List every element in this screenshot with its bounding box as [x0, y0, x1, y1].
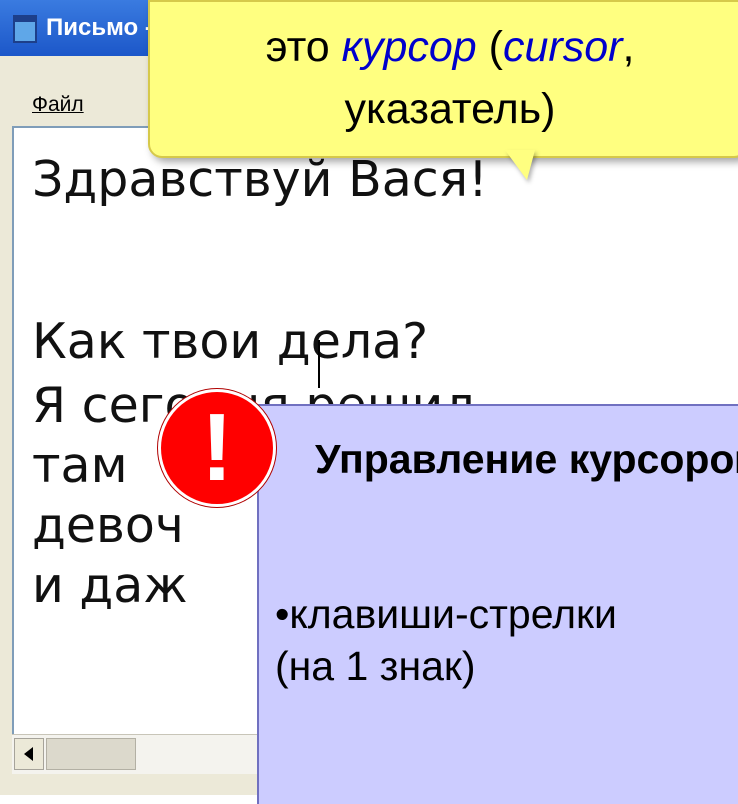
exclamation-mark: ! [201, 394, 233, 501]
text-cursor [318, 340, 320, 388]
scroll-left-arrow-icon[interactable] [14, 738, 44, 770]
bullet-line-1: •клавиши-стрелки [275, 591, 617, 637]
editor-line-7: и даж [32, 557, 188, 614]
notepad-app-icon [13, 15, 37, 43]
panel-bullet-arrows: •клавиши-стрелки (на 1 знак) [275, 588, 617, 692]
callout-text: это курсор (cursor, указатель) [150, 16, 738, 140]
exclamation-icon: ! [158, 389, 276, 507]
callout-line-2: указатель) [344, 85, 556, 133]
callout-pointer [505, 150, 535, 180]
scroll-thumb[interactable] [46, 738, 136, 770]
menu-file[interactable]: Файл [32, 93, 84, 117]
cursor-callout: это курсор (cursor, указатель) [148, 0, 738, 158]
callout-prefix: это [265, 23, 342, 71]
editor-line-6: девоч [32, 497, 184, 554]
cursor-control-panel: Управление курсором •клавиши-стрелки (на… [257, 404, 738, 804]
panel-title: Управление курсором [315, 436, 738, 482]
callout-paren: ( [476, 23, 503, 71]
callout-term-en: cursor [502, 23, 623, 71]
bullet-line-2: (на 1 знак) [275, 643, 476, 689]
callout-comma: , [622, 23, 635, 71]
callout-term: курсор [341, 23, 477, 71]
editor-line-3: Как твои дела? [32, 313, 429, 370]
callout-line-1: это курсор (cursor, [150, 16, 738, 78]
editor-line-5: там [32, 437, 128, 494]
editor-line-1: Здравствуй Вася! [32, 151, 488, 208]
